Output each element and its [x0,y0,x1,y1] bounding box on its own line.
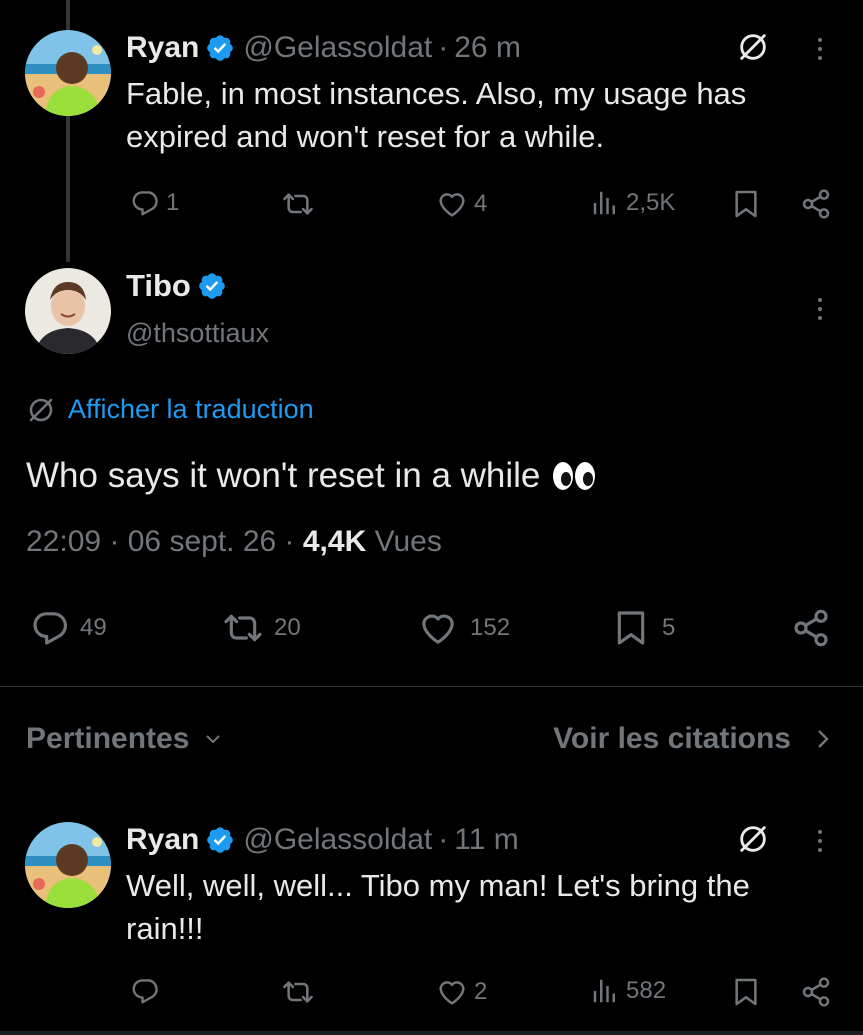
show-translation-link[interactable]: Afficher la traduction [26,394,314,425]
reply-count: 49 [80,614,107,641]
main-author-handle[interactable]: @thsottiaux [126,318,269,349]
tweet-meta: Ryan @Gelassoldat · 11 m [126,820,519,860]
separator-dot: · [438,31,449,64]
repost-icon [282,976,314,1008]
reply-icon [30,608,70,648]
view-quotes-link[interactable]: Voir les citations [553,722,833,756]
translate-icon[interactable] [736,30,770,64]
tweet-text: Fable, in most instances. Also, my usage… [126,76,747,154]
divider [0,686,863,687]
more-icon[interactable] [815,830,825,852]
author-name[interactable]: Ryan [126,820,199,860]
main-tweet-meta: 22:09 · 06 sept. 26 · 4,4K Vues [26,525,442,559]
chevron-right-icon [818,730,829,748]
repost-icon [222,608,264,648]
tweet-time[interactable]: 26 m [454,28,521,68]
chevron-down-icon [206,735,221,744]
share-button[interactable] [790,608,832,648]
repost-button[interactable] [282,976,314,1008]
main-avatar[interactable] [25,268,111,354]
author-handle[interactable]: @Gelassoldat [243,28,432,68]
like-icon [436,976,468,1008]
bookmark-button[interactable] [730,188,762,220]
share-icon [800,188,832,220]
eyes-emoji [553,462,596,490]
like-button[interactable]: 2 [436,976,487,1008]
repost-icon [282,188,314,220]
main-tweet-text: Who says it won't reset in a while [26,453,596,499]
like-button[interactable]: 152 [416,608,510,648]
views-label: Vues [374,525,442,558]
reply-icon [130,188,160,218]
sort-label: Pertinentes [26,722,190,755]
separator-dot: · [109,525,128,558]
tweet-text: Well, well, well... Tibo my man! Let's b… [126,868,750,946]
share-button[interactable] [800,188,832,220]
verified-badge-icon [205,825,235,855]
views-count: 4,4K [302,525,367,558]
like-icon [436,188,468,220]
author-handle[interactable]: @Gelassoldat [243,820,432,860]
views-count: 2,5K [626,189,676,216]
like-button[interactable]: 4 [436,188,487,220]
main-author-name[interactable]: Tibo [126,268,191,304]
share-icon [790,608,832,648]
like-count: 4 [474,190,488,217]
bookmark-count: 5 [662,614,676,641]
tweet-date[interactable]: 06 sept. 26 [128,525,276,558]
repost-button[interactable]: 20 [222,608,301,648]
bookmark-icon [730,976,762,1008]
separator-dot: · [438,823,449,856]
translate-icon[interactable] [736,822,770,856]
views-button[interactable]: 2,5K [590,188,675,218]
verified-badge-icon [205,33,235,63]
reply-button[interactable]: 49 [30,608,107,648]
reply-count: 1 [166,189,180,216]
view-quotes-label: Voir les citations [553,722,791,755]
share-button[interactable] [800,976,832,1008]
share-icon [800,976,832,1008]
like-count: 152 [470,614,511,641]
repost-button[interactable] [282,188,314,220]
bookmark-icon [730,188,762,220]
views-count: 582 [626,977,667,1004]
bottom-divider [0,1031,863,1035]
translate-icon [26,395,56,425]
reply-icon [130,976,160,1006]
more-icon[interactable] [815,38,825,60]
reply-button[interactable]: 1 [130,188,179,218]
views-icon [590,188,620,218]
tweet-time[interactable]: 22:09 [26,525,101,558]
avatar[interactable] [25,30,111,116]
more-icon[interactable] [815,298,825,320]
show-translation-label: Afficher la traduction [68,394,314,424]
like-icon [416,608,460,648]
sort-dropdown[interactable]: Pertinentes [26,722,223,756]
bookmark-button[interactable]: 5 [610,608,675,648]
tweet-meta: Ryan @Gelassoldat · 26 m [126,28,521,68]
verified-badge-icon [197,271,227,301]
main-tweet-body: Who says it won't reset in a while [26,456,541,495]
separator-dot: · [284,525,303,558]
bookmark-button[interactable] [730,976,762,1008]
avatar[interactable] [25,822,111,908]
views-icon [590,976,620,1006]
main-author: Tibo [126,268,235,304]
like-count: 2 [474,978,488,1005]
tweet-time[interactable]: 11 m [454,820,518,860]
author-name[interactable]: Ryan [126,28,199,68]
reply-button[interactable] [130,976,160,1006]
bookmark-icon [610,608,652,648]
repost-count: 20 [274,614,301,641]
views-button[interactable]: 582 [590,976,666,1006]
